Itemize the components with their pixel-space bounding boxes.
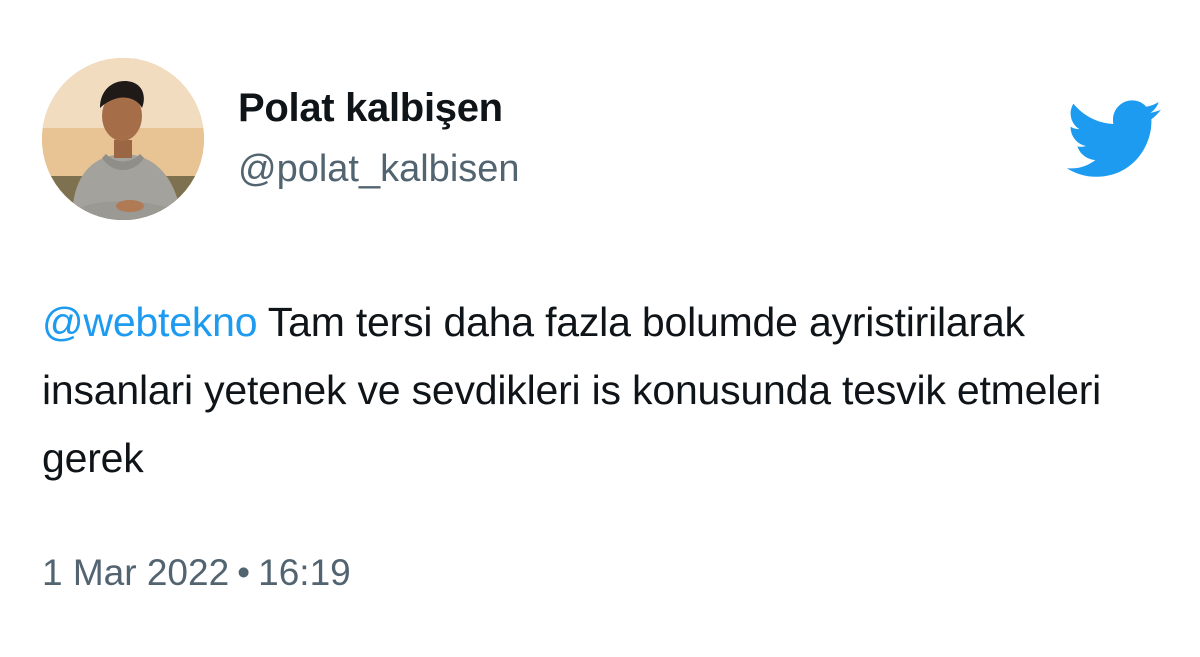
- twitter-bird-icon[interactable]: [1066, 100, 1164, 180]
- mention-link[interactable]: @webtekno: [42, 299, 258, 345]
- display-name[interactable]: Polat kalbişen: [238, 86, 503, 131]
- avatar-photo: [42, 58, 204, 220]
- tweet-card: Polat kalbişen @polat_kalbisen @webtekno…: [0, 0, 1200, 657]
- avatar[interactable]: [42, 58, 204, 220]
- tweet-date: 1 Mar 2022: [42, 552, 230, 593]
- timestamp[interactable]: 1 Mar 2022 • 16:19: [42, 552, 351, 594]
- meta-separator: •: [237, 552, 251, 593]
- user-handle[interactable]: @polat_kalbisen: [238, 148, 520, 191]
- tweet-time: 16:19: [258, 552, 351, 593]
- tweet-text: @webtekno Tam tersi daha fazla bolumde a…: [42, 288, 1152, 492]
